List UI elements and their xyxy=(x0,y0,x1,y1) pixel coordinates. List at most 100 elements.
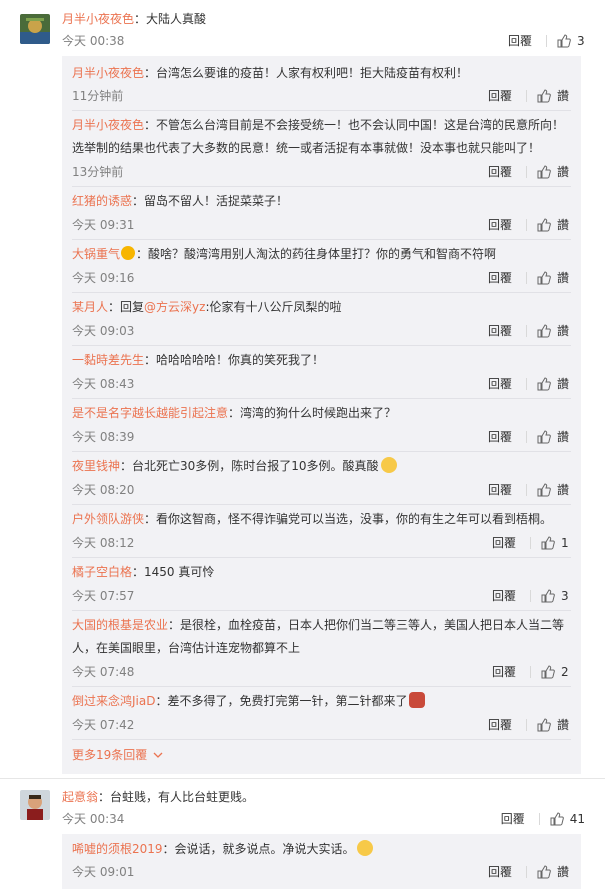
like-button[interactable]: 41 xyxy=(550,812,585,826)
like-count: 讚 xyxy=(556,718,569,732)
comment-text: 月半小夜夜色：大陆人真酸 xyxy=(62,12,207,26)
reply-username[interactable]: 大锅重气 xyxy=(72,247,120,261)
like-button[interactable]: 1 xyxy=(541,536,569,550)
reply-username[interactable]: 月半小夜夜色 xyxy=(72,118,144,132)
more-replies-link[interactable]: 更多19条回覆 xyxy=(72,746,163,763)
thumbs-up-icon xyxy=(537,717,551,731)
like-count: 2 xyxy=(561,664,569,679)
like-count: 讚 xyxy=(556,483,569,497)
reply-button[interactable]: 回覆 xyxy=(488,87,512,104)
comment-meta: 今天 00:38 回覆 3 xyxy=(62,32,585,50)
reply-button[interactable]: 回覆 xyxy=(488,375,512,392)
reply-button[interactable]: 回覆 xyxy=(488,322,512,339)
divider xyxy=(72,292,571,293)
comment-time: 今天 00:34 xyxy=(62,812,125,826)
divider xyxy=(72,398,571,399)
like-button[interactable]: 讚 xyxy=(537,269,569,286)
avatar[interactable] xyxy=(20,14,50,44)
reply-meta: 今天 08:20 回覆 讚 xyxy=(72,481,569,499)
reply-item: 红猪的诱惑：留岛不留人！活捉菜菜子！ xyxy=(72,194,289,208)
comment-username[interactable]: 起意翁 xyxy=(62,790,98,804)
thumbs-up-icon xyxy=(541,664,555,678)
thumbs-up-icon xyxy=(550,811,564,825)
thumbs-up-icon xyxy=(537,864,551,878)
reply-panel: 唏嘘的须根2019：会说话，就多说点。净说大实话。 今天 09:01 回覆 讚 xyxy=(62,834,581,889)
divider xyxy=(72,451,571,452)
reply-meta: 今天 07:42 回覆 讚 xyxy=(72,716,569,734)
reply-username[interactable]: 是不是名字越长越能引起注意 xyxy=(72,406,228,420)
reply-button[interactable]: 回覆 xyxy=(488,716,512,733)
reply-time: 今天 08:12 xyxy=(72,536,135,550)
reply-username[interactable]: 一黏時差先生 xyxy=(72,353,144,367)
reply-button[interactable]: 回覆 xyxy=(488,216,512,233)
reply-panel: 月半小夜夜色：台湾怎么要谁的疫苗！人家有权利吧！拒大陆疫苗有权利！ 11分钟前 … xyxy=(62,56,581,774)
reply-meta: 今天 08:43 回覆 讚 xyxy=(72,375,569,393)
divider xyxy=(72,239,571,240)
like-count: 讚 xyxy=(556,865,569,879)
like-button[interactable]: 讚 xyxy=(537,87,569,104)
reply-button[interactable]: 回覆 xyxy=(488,428,512,445)
reply-username[interactable]: 大国的根基是农业 xyxy=(72,618,168,632)
reply-item: 夜里钱神：台北死亡30多例，陈时台报了10多例。酸真酸 xyxy=(62,455,581,478)
reply-username[interactable]: 某月人 xyxy=(72,300,108,314)
divider xyxy=(72,610,571,611)
comment-meta: 今天 00:34 回覆 41 xyxy=(62,810,585,828)
like-button[interactable]: 讚 xyxy=(537,322,569,339)
reply-time: 今天 07:48 xyxy=(72,665,135,679)
like-button[interactable]: 讚 xyxy=(537,481,569,498)
like-button[interactable]: 讚 xyxy=(537,216,569,233)
thumbs-up-icon xyxy=(541,588,555,602)
divider xyxy=(72,110,571,111)
reply-username[interactable]: 夜里钱神 xyxy=(72,459,120,473)
like-count: 41 xyxy=(569,811,585,826)
laughing-emoji-icon xyxy=(380,457,397,473)
like-button[interactable]: 2 xyxy=(541,665,569,679)
thumbs-up-icon xyxy=(537,429,551,443)
reply-username[interactable]: 唏嘘的须根2019 xyxy=(72,842,163,856)
like-button[interactable]: 3 xyxy=(557,34,585,48)
divider xyxy=(0,778,605,779)
like-button[interactable]: 讚 xyxy=(537,428,569,445)
reply-item: 是不是名字越长越能引起注意：湾湾的狗什么时候跑出来了？ xyxy=(72,406,397,420)
thumbs-up-icon xyxy=(541,535,555,549)
like-count: 3 xyxy=(561,588,569,603)
reply-button[interactable]: 回覆 xyxy=(488,269,512,286)
like-button[interactable]: 讚 xyxy=(537,716,569,733)
reply-button[interactable]: 回覆 xyxy=(488,481,512,498)
divider xyxy=(72,186,571,187)
comment-time: 今天 00:38 xyxy=(62,34,125,48)
reply-username[interactable]: 月半小夜夜色 xyxy=(72,66,144,80)
mention-link[interactable]: @方云深yz xyxy=(144,300,205,314)
reply-time: 今天 07:42 xyxy=(72,718,135,732)
reply-username[interactable]: 橘子空白格 xyxy=(72,565,132,579)
reply-time: 13分钟前 xyxy=(72,165,124,179)
thumbs-up-icon xyxy=(537,88,551,102)
like-button[interactable]: 3 xyxy=(541,589,569,603)
reply-username[interactable]: 户外领队游侠 xyxy=(72,512,144,526)
comment-text: 起意翁：台蛀贱，有人比台蛀更贱。 xyxy=(62,790,255,804)
like-button[interactable]: 讚 xyxy=(537,163,569,180)
reply-button[interactable]: 回覆 xyxy=(492,587,516,604)
reply-username[interactable]: 红猪的诱惑 xyxy=(72,194,132,208)
reply-button[interactable]: 回覆 xyxy=(492,534,516,551)
reply-button[interactable]: 回覆 xyxy=(501,810,525,827)
reply-username[interactable]: 倒过来念鸿JiaD xyxy=(72,694,155,708)
reply-button[interactable]: 回覆 xyxy=(508,32,532,49)
like-count: 1 xyxy=(561,535,569,550)
like-button[interactable]: 讚 xyxy=(537,375,569,392)
like-count: 讚 xyxy=(556,430,569,444)
like-count: 讚 xyxy=(556,89,569,103)
reply-time: 今天 09:01 xyxy=(72,865,135,879)
reply-button[interactable]: 回覆 xyxy=(488,163,512,180)
reply-button[interactable]: 回覆 xyxy=(488,863,512,880)
divider xyxy=(538,812,540,825)
like-button[interactable]: 讚 xyxy=(537,863,569,880)
reply-meta: 今天 09:03 回覆 讚 xyxy=(72,322,569,340)
reply-item: 户外领队游侠：看你这智商，怪不得诈骗党可以当选，没事，你的有生之年可以看到梧桐。 xyxy=(72,512,553,526)
reply-time: 今天 07:57 xyxy=(72,589,135,603)
reply-meta: 13分钟前 回覆 讚 xyxy=(72,163,569,181)
reply-button[interactable]: 回覆 xyxy=(492,663,516,680)
avatar[interactable] xyxy=(20,790,50,820)
like-count: 讚 xyxy=(556,218,569,232)
comment-username[interactable]: 月半小夜夜色 xyxy=(62,12,134,26)
